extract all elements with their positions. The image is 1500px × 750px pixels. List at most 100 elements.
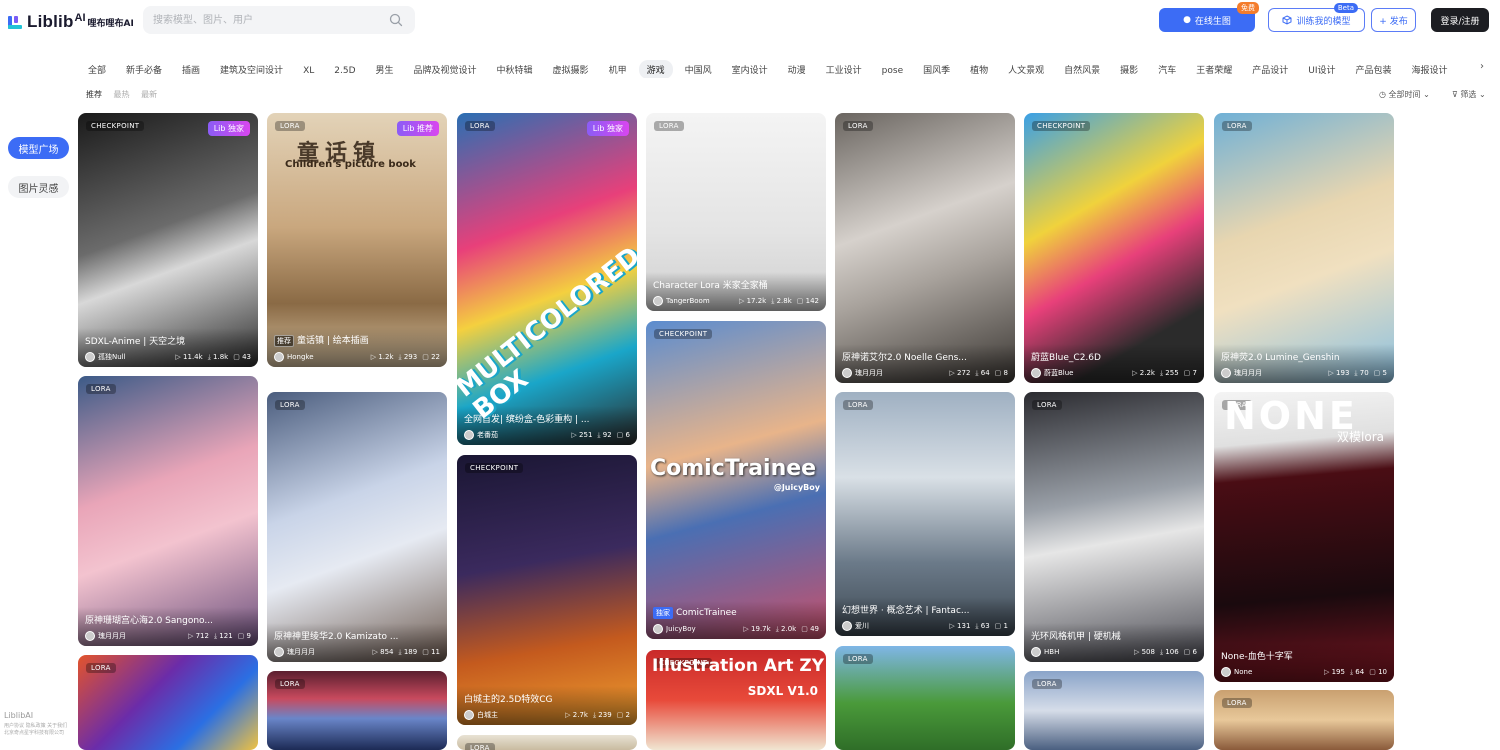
category-tab[interactable]: 海报设计 <box>1404 60 1456 78</box>
online-draw-button[interactable]: ● 在线生图 免费 <box>1159 2 1259 32</box>
category-tab[interactable]: 摄影 <box>1112 60 1146 78</box>
card-author[interactable]: 蔚蓝Blue <box>1044 368 1127 378</box>
model-card[interactable]: CHECKPOINT Illustration Art ZY SDXL V1.0 <box>646 650 826 750</box>
chevron-right-icon[interactable]: › <box>1480 61 1484 72</box>
category-tab[interactable]: 插画 <box>174 60 208 78</box>
sort-hot[interactable]: 最热 <box>114 90 130 99</box>
category-tab[interactable]: 工业设计 <box>818 60 870 78</box>
publish-button[interactable]: + 发布 <box>1371 8 1416 32</box>
model-card[interactable]: CHECKPOINT 独家 ComicTrainee JuicyBoy ▷ 19.… <box>646 321 826 639</box>
category-tab[interactable]: pose <box>874 63 911 78</box>
category-tab[interactable]: 建筑及空间设计 <box>212 60 291 78</box>
card-author[interactable]: 老番茄 <box>477 430 566 440</box>
category-tab[interactable]: 游戏 <box>638 60 673 78</box>
category-tab[interactable]: 人文景观 <box>1000 60 1052 78</box>
card-stats: None ▷ 195 ⤓ 64 ▢ 10 <box>1221 667 1387 677</box>
avatar[interactable] <box>274 647 284 657</box>
comment-icon: ▢ <box>233 353 240 361</box>
like-value: 2.8k <box>776 296 792 305</box>
card-author[interactable]: 瑰月月月 <box>855 368 944 378</box>
train-model-button[interactable]: 训练我的模型 Beta <box>1268 3 1365 32</box>
comment-count: ▢ 6 <box>1184 648 1197 656</box>
filter-button[interactable]: ⊽ 筛选 ⌄ <box>1452 89 1486 100</box>
category-tab[interactable]: 中秋特辑 <box>489 60 541 78</box>
time-filter[interactable]: ◷ 全部时间 ⌄ <box>1379 89 1430 100</box>
model-card[interactable]: LORA 幻想世界 · 概念艺术 | Fantac... 爱川 ▷ 131 ⤓ … <box>835 392 1015 636</box>
category-tab[interactable]: 动漫 <box>780 60 814 78</box>
search-icon[interactable] <box>389 13 403 27</box>
category-tab[interactable]: 2.5D <box>326 63 363 78</box>
card-author[interactable]: TangerBoom <box>666 297 734 305</box>
avatar[interactable] <box>1221 667 1231 677</box>
avatar[interactable] <box>653 624 663 634</box>
avatar[interactable] <box>653 296 663 306</box>
model-card[interactable]: CHECKPOINT Lib 独家 SDXL-Anime | 天空之境 孤独Nul… <box>78 113 258 367</box>
avatar[interactable] <box>1031 368 1041 378</box>
avatar[interactable] <box>464 430 474 440</box>
category-tab[interactable]: 产品设计 <box>1244 60 1296 78</box>
card-author[interactable]: 瑰月月月 <box>287 647 368 657</box>
sidebar-item-model-square[interactable]: 模型广场 <box>8 137 69 159</box>
category-tab[interactable]: 机甲 <box>601 60 635 78</box>
model-card[interactable]: LORA 原神神里绫华2.0 Kamizato ... 瑰月月月 ▷ 854 ⤓… <box>267 392 447 662</box>
category-tab[interactable]: 王者荣耀 <box>1188 60 1240 78</box>
category-tab[interactable]: 虚拟摄影 <box>545 60 597 78</box>
model-card[interactable]: LORA 原神诺艾尔2.0 Noelle Gens... 瑰月月月 ▷ 272 … <box>835 113 1015 383</box>
card-author[interactable]: 爱川 <box>855 621 944 631</box>
like-value: 106 <box>1165 647 1179 656</box>
model-card[interactable]: LORA None-血色十字军 None ▷ 195 ⤓ 64 ▢ 10 NON… <box>1214 392 1394 682</box>
card-title: Character Lora 米家全家桶 <box>653 278 819 291</box>
category-tab[interactable]: 国风季 <box>915 60 958 78</box>
avatar[interactable] <box>1031 647 1041 657</box>
model-card[interactable]: LORA <box>78 655 258 750</box>
model-card[interactable]: LORA 原神珊瑚宫心海2.0 Sangono... 瑰月月月 ▷ 712 ⤓ … <box>78 376 258 646</box>
card-author[interactable]: None <box>1234 668 1319 676</box>
category-tab[interactable]: 产品包装 <box>1347 60 1399 78</box>
sort-recommend[interactable]: 推荐 <box>86 90 102 99</box>
category-tab[interactable]: 自然风景 <box>1056 60 1108 78</box>
card-author[interactable]: 瑰月月月 <box>98 631 183 641</box>
card-author[interactable]: Hongke <box>287 353 366 361</box>
category-tab[interactable]: 汽车 <box>1150 60 1184 78</box>
avatar[interactable] <box>85 631 95 641</box>
model-card[interactable]: LORA <box>835 646 1015 750</box>
model-card[interactable]: LORA 原神荧2.0 Lumine_Genshin 瑰月月月 ▷ 193 ⤓ … <box>1214 113 1394 383</box>
card-author[interactable]: 瑰月月月 <box>1234 368 1323 378</box>
card-author[interactable]: JuicyBoy <box>666 625 738 633</box>
avatar[interactable] <box>842 368 852 378</box>
avatar[interactable] <box>1221 368 1231 378</box>
model-card[interactable]: CHECKPOINT 蔚蓝Blue_C2.6D 蔚蓝Blue ▷ 2.2k ⤓ … <box>1024 113 1204 383</box>
footer-links[interactable]: 用户协议 隐私政策 关于我们 <box>4 723 74 730</box>
logo[interactable]: Liblib AI 哩布哩布AI <box>8 12 134 32</box>
model-card[interactable]: LORA Lib 推荐 推荐 童话镇 | 绘本插画 Hongke ▷ 1.2k ⤓ … <box>267 113 447 367</box>
avatar[interactable] <box>85 352 95 362</box>
search-input[interactable] <box>153 11 383 29</box>
avatar[interactable] <box>274 352 284 362</box>
sort-new[interactable]: 最新 <box>141 90 157 99</box>
sidebar-item-image-inspiration[interactable]: 图片灵感 <box>8 176 69 198</box>
card-author[interactable]: 白城主 <box>477 710 560 720</box>
category-tab[interactable]: 男生 <box>368 60 402 78</box>
category-tab[interactable]: 品牌及视觉设计 <box>406 60 485 78</box>
category-tab[interactable]: UI设计 <box>1300 60 1343 78</box>
card-author[interactable]: HBH <box>1044 648 1129 656</box>
avatar[interactable] <box>464 710 474 720</box>
model-card[interactable]: LORA Character Lora 米家全家桶 TangerBoom ▷ 1… <box>646 113 826 311</box>
category-tab[interactable]: 中国风 <box>677 60 720 78</box>
model-card[interactable]: LORA <box>457 735 637 750</box>
category-tab[interactable]: 植物 <box>962 60 996 78</box>
card-author[interactable]: 孤独Null <box>98 352 170 362</box>
avatar[interactable] <box>842 621 852 631</box>
category-tab[interactable]: XL <box>295 63 322 78</box>
model-card[interactable]: LORA Lib 独家 全网首发| 缤纷盒-色彩重构 | ... 老番茄 ▷ 25… <box>457 113 637 445</box>
category-tab[interactable]: 全部 <box>80 60 114 78</box>
category-tab[interactable]: 新手必备 <box>118 60 170 78</box>
model-card[interactable]: LORA 光环风格机甲 | 硬机械 HBH ▷ 508 ⤓ 106 ▢ 6 <box>1024 392 1204 662</box>
category-tab[interactable]: 室内设计 <box>724 60 776 78</box>
model-card[interactable]: LORA <box>1214 690 1394 750</box>
login-button[interactable]: 登录/注册 <box>1431 8 1489 32</box>
model-card[interactable]: CHECKPOINT 白城主的2.5D特效CG 白城主 ▷ 2.7k ⤓ 239… <box>457 455 637 725</box>
model-card[interactable]: LORA <box>1024 671 1204 750</box>
model-card[interactable]: LORA <box>267 671 447 750</box>
download-value: 272 <box>957 369 971 377</box>
